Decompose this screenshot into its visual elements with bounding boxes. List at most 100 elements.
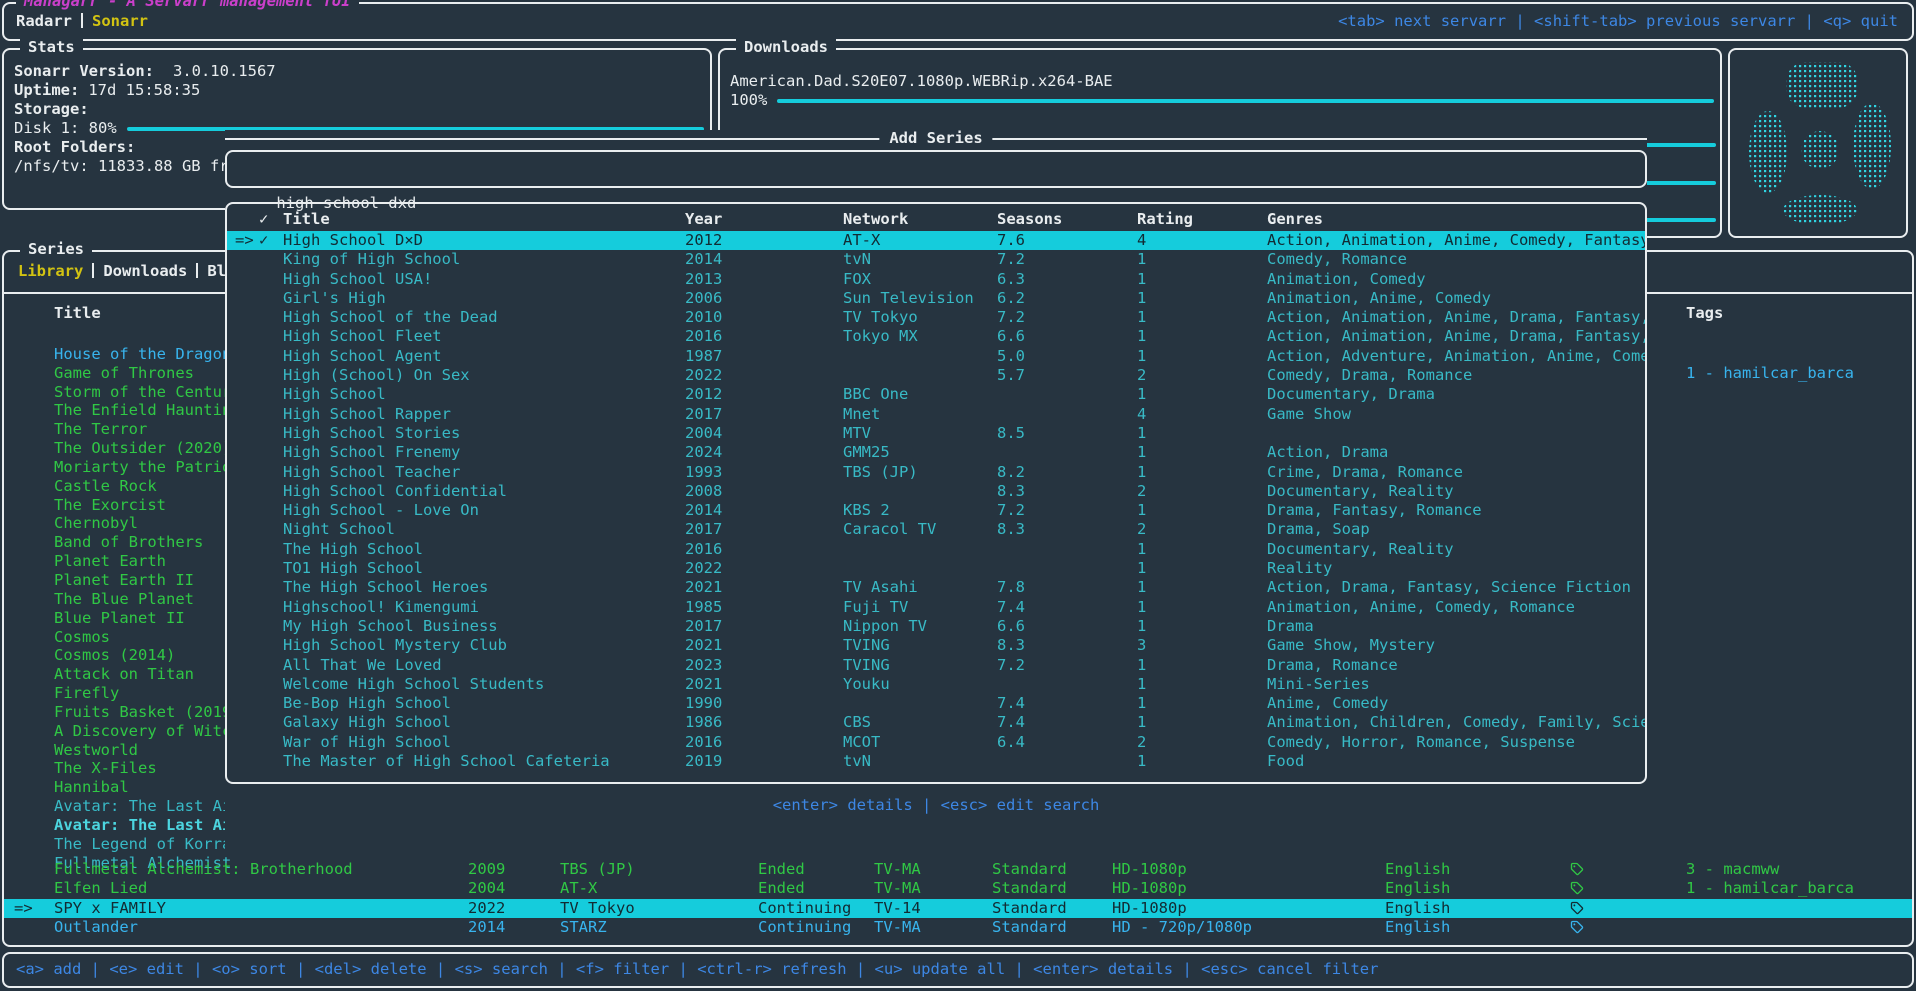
row-network: GMM25	[843, 443, 890, 462]
add-series-result-row[interactable]: High School USA! 2013 FOX 6.3 1 Animatio…	[227, 270, 1645, 289]
row-profile: Standard	[992, 899, 1067, 918]
row-seasons: 8.2	[997, 463, 1025, 482]
row-title: The Master of High School Cafeteria	[283, 752, 610, 771]
row-genres: Reality	[1267, 559, 1645, 578]
series-tabs: Library Downloads Bl	[18, 262, 226, 281]
stats-uptime-row: Uptime:17d 15:58:35	[14, 81, 704, 100]
tab-radarr[interactable]: Radarr	[16, 12, 72, 30]
library-row[interactable]: Fullmetal Alchemist: Brotherhood 2009 TB…	[4, 860, 1912, 879]
add-series-result-row[interactable]: King of High School 2014 tvN 7.2 1 Comed…	[227, 250, 1645, 269]
tab-downloads[interactable]: Downloads	[103, 262, 187, 280]
row-rating: 1	[1137, 559, 1146, 578]
row-seasons: 6.4	[997, 733, 1025, 752]
row-seasons: 8.3	[997, 482, 1025, 501]
add-series-result-row[interactable]: Welcome High School Students 2021 Youku …	[227, 675, 1645, 694]
add-series-result-row[interactable]: Galaxy High School 1986 CBS 7.4 1 Animat…	[227, 713, 1645, 732]
row-seasons: 7.2	[997, 250, 1025, 269]
row-year: 2024	[685, 443, 722, 462]
row-rating: 1	[1137, 713, 1146, 732]
row-profile: Standard	[992, 879, 1067, 898]
add-series-result-row[interactable]: The Master of High School Cafeteria 2019…	[227, 752, 1645, 771]
tab-blocklist[interactable]: Bl	[207, 262, 226, 280]
library-row[interactable]: Outlander 2014 STARZ Continuing TV-MA St…	[4, 918, 1912, 937]
add-series-result-row[interactable]: High School Confidential 2008 8.3 2 Docu…	[227, 482, 1645, 501]
popup-keybind-hints: <enter> details | <esc> edit search	[225, 796, 1647, 815]
add-series-result-row[interactable]: All That We Loved 2023 TVING 7.2 1 Drama…	[227, 656, 1645, 675]
row-title: Galaxy High School	[283, 713, 451, 732]
add-series-result-row[interactable]: High School Teacher 1993 TBS (JP) 8.2 1 …	[227, 463, 1645, 482]
row-rating: 1	[1137, 675, 1146, 694]
row-year: 2021	[685, 675, 722, 694]
add-series-result-row[interactable]: TO1 High School 2022 1 Reality	[227, 559, 1645, 578]
row-year: 2021	[685, 578, 722, 597]
row-network: TVING	[843, 636, 890, 655]
row-year: 2021	[685, 636, 722, 655]
tab-library[interactable]: Library	[18, 262, 83, 280]
footer-keybind-hints: <a> add | <e> edit | <o> sort | <del> de…	[16, 960, 1378, 979]
add-series-result-row[interactable]: Night School 2017 Caracol TV 8.3 2 Drama…	[227, 520, 1645, 539]
tab-divider	[92, 263, 94, 278]
add-series-result-row[interactable]: High School Stories 2004 MTV 8.5 1	[227, 424, 1645, 443]
add-series-result-row[interactable]: High School 2012 BBC One 1 Documentary, …	[227, 385, 1645, 404]
add-series-result-row[interactable]: The High School Heroes 2021 TV Asahi 7.8…	[227, 578, 1645, 597]
add-series-result-row[interactable]: High School Rapper 2017 Mnet 4 Game Show	[227, 405, 1645, 424]
row-rating: 1	[1137, 540, 1146, 559]
row-seasons: 8.3	[997, 520, 1025, 539]
add-series-result-row[interactable]: War of High School 2016 MCOT 6.4 2 Comed…	[227, 733, 1645, 752]
row-tags: 3 - macmww	[1686, 860, 1779, 879]
row-tags: 1 - hamilcar_barca	[1686, 879, 1854, 898]
row-year: 2012	[685, 385, 722, 404]
tab-divider	[196, 263, 198, 278]
row-language: English	[1385, 879, 1450, 898]
row-genres: Game Show, Mystery	[1267, 636, 1645, 655]
row-year: 2016	[685, 327, 722, 346]
add-series-result-row[interactable]: High School Agent 1987 5.0 1 Action, Adv…	[227, 347, 1645, 366]
col-year: Year	[685, 210, 722, 229]
row-rating: 1	[1137, 617, 1146, 636]
library-row[interactable]: Elfen Lied 2004 AT-X Ended TV-MA Standar…	[4, 879, 1912, 898]
row-network: Caracol TV	[843, 520, 936, 539]
tab-divider	[81, 13, 83, 28]
add-series-result-row[interactable]: High School of the Dead 2010 TV Tokyo 7.…	[227, 308, 1645, 327]
row-year: 2014	[685, 250, 722, 269]
row-year: 2004	[468, 879, 505, 898]
add-series-result-row[interactable]: High School Mystery Club 2021 TVING 8.3 …	[227, 636, 1645, 655]
add-series-result-row[interactable]: Girl's High 2006 Sun Television 6.2 1 An…	[227, 289, 1645, 308]
row-seasons: 6.6	[997, 617, 1025, 636]
row-selector: =>	[235, 231, 254, 250]
add-series-result-row[interactable]: => ✓ High School D×D 2012 AT-X 7.6 4 Act…	[227, 231, 1645, 250]
row-seasons: 7.8	[997, 578, 1025, 597]
add-series-result-row[interactable]: My High School Business 2017 Nippon TV 6…	[227, 617, 1645, 636]
row-rating: 1	[1137, 250, 1146, 269]
add-series-result-row[interactable]: High School Fleet 2016 Tokyo MX 6.6 1 Ac…	[227, 327, 1645, 346]
add-series-result-row[interactable]: High (School) On Sex 2022 5.7 2 Comedy, …	[227, 366, 1645, 385]
row-title: High School Mystery Club	[283, 636, 507, 655]
col-genres: Genres	[1267, 210, 1645, 229]
search-input[interactable]: high school dxd	[225, 150, 1647, 188]
row-seasons: 7.2	[997, 308, 1025, 327]
popup-title-line: Add Series	[225, 130, 1647, 146]
row-rating: 1	[1137, 289, 1146, 308]
row-status: Ended	[758, 879, 805, 898]
row-year: 1987	[685, 347, 722, 366]
row-title: TO1 High School	[283, 559, 423, 578]
row-rating: 1	[1137, 501, 1146, 520]
row-genres: Action, Animation, Anime, Comedy, Fantas…	[1267, 231, 1645, 250]
row-genres: Animation, Children, Comedy, Family, Sci…	[1267, 713, 1645, 732]
tab-sonarr[interactable]: Sonarr	[92, 12, 148, 30]
add-series-result-row[interactable]: Be-Bop High School 1990 7.4 1 Anime, Com…	[227, 694, 1645, 713]
row-year: 2022	[685, 559, 722, 578]
add-series-result-row[interactable]: The High School 2016 1 Documentary, Real…	[227, 540, 1645, 559]
add-series-result-row[interactable]: High School - Love On 2014 KBS 2 7.2 1 D…	[227, 501, 1645, 520]
add-series-result-row[interactable]: Highschool! Kimengumi 1985 Fuji TV 7.4 1…	[227, 598, 1645, 617]
tag-icon	[1570, 920, 1584, 939]
download-percent: 100%	[730, 91, 767, 110]
stats-version-row: Sonarr Version:3.0.10.1567	[14, 62, 704, 81]
row-title: High School of the Dead	[283, 308, 498, 327]
row-network: TV Tokyo	[843, 308, 918, 327]
library-row[interactable]: => SPY x FAMILY 2022 TV Tokyo Continuing…	[4, 899, 1912, 918]
row-year: 2014	[468, 918, 505, 937]
downloads-title: Downloads	[736, 38, 836, 57]
add-series-result-row[interactable]: High School Frenemy 2024 GMM25 1 Action,…	[227, 443, 1645, 462]
row-year: 2008	[685, 482, 722, 501]
